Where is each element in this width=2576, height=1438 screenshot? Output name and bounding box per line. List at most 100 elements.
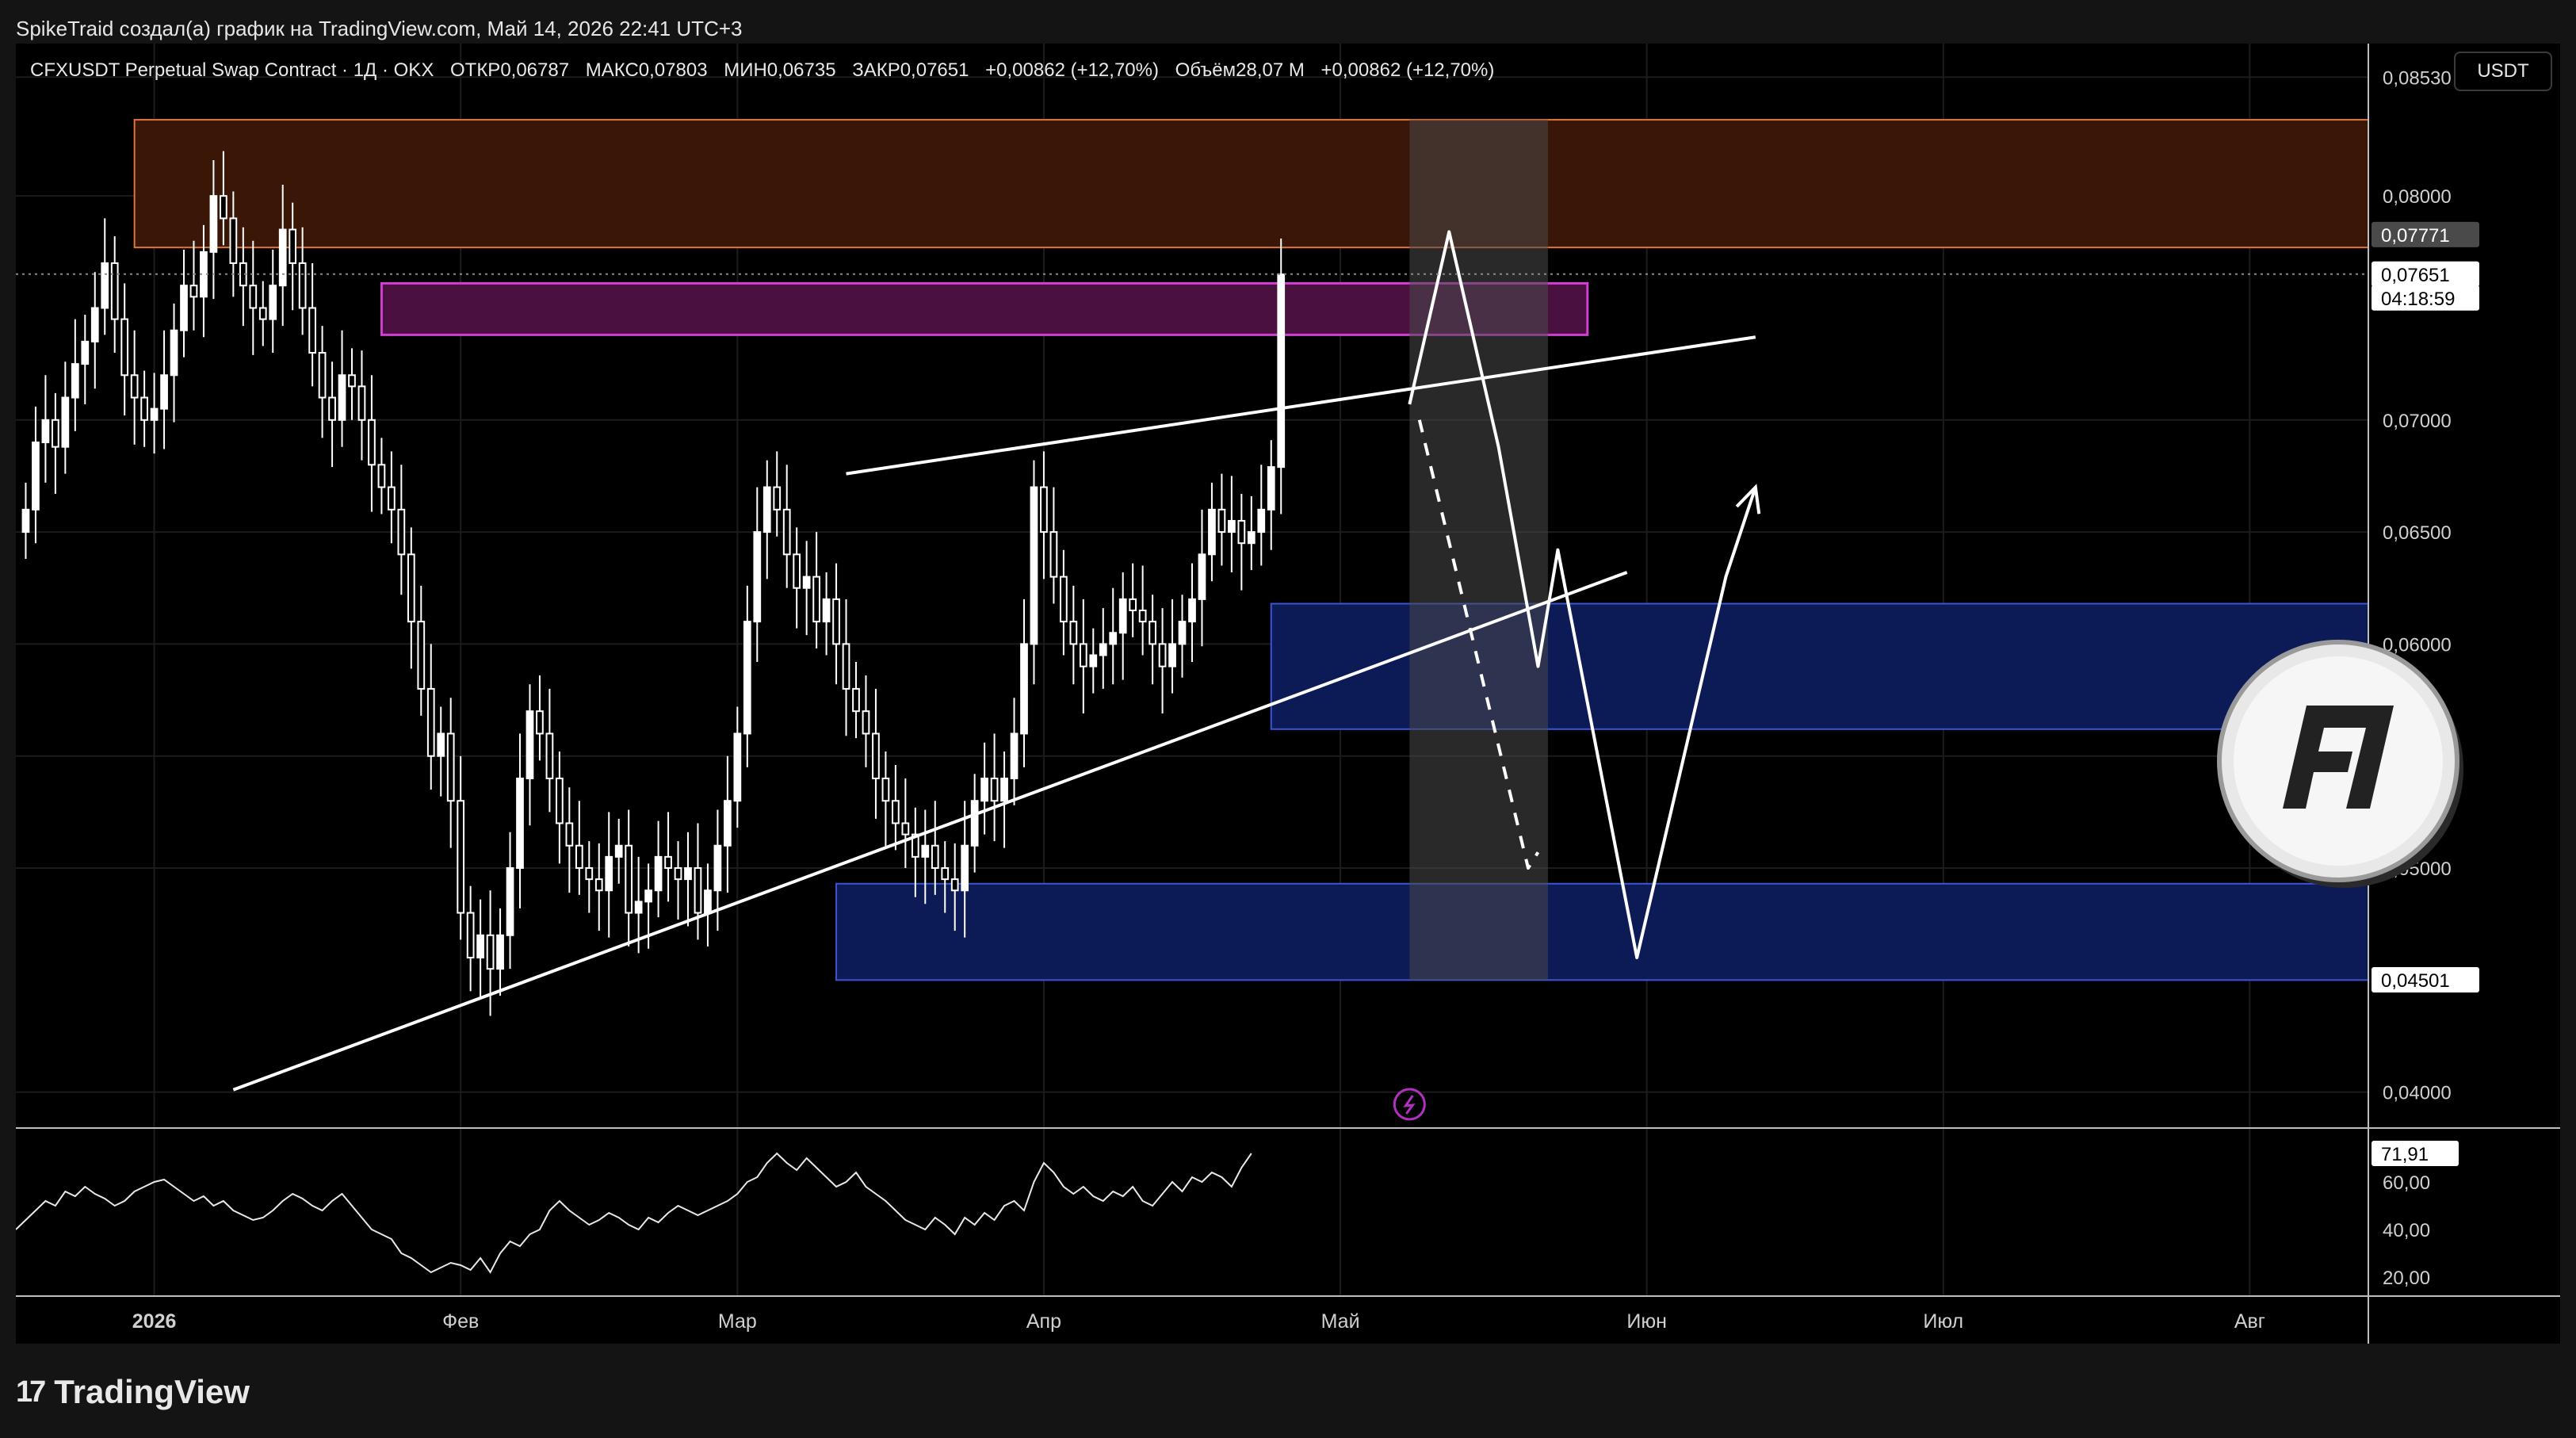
candle-body-up (338, 374, 346, 421)
candle (684, 832, 692, 927)
candle-body-down (426, 687, 435, 757)
candle-body-down (793, 553, 801, 589)
candle-body-up (614, 844, 623, 858)
candle (724, 755, 732, 893)
candle (556, 752, 564, 864)
candle-body-up (733, 732, 742, 802)
candle (1158, 608, 1167, 713)
candle (308, 262, 316, 387)
candle (832, 563, 840, 685)
candle (931, 801, 939, 895)
candle (466, 885, 475, 992)
candle (318, 326, 327, 438)
candle-body-down (842, 643, 850, 690)
currency-selector[interactable]: USDT (2454, 52, 2552, 91)
candle (338, 330, 346, 447)
candle-body-down (298, 262, 307, 309)
candle-body-up (704, 889, 712, 914)
candle-body-down (189, 285, 198, 298)
candle-body-down (575, 844, 583, 870)
candle-body-down (625, 844, 633, 914)
candle (130, 330, 139, 445)
candle-body-up (170, 329, 178, 377)
candle (822, 572, 831, 656)
candle-body-down (407, 553, 415, 623)
price-tick-label: 0,06000 (2383, 634, 2452, 656)
candle (90, 272, 99, 389)
candle (328, 361, 336, 468)
candle-body-down (881, 777, 890, 802)
rsi-last-value: 71,91 (2381, 1144, 2429, 1165)
candle (704, 863, 712, 947)
candle-body-up (81, 340, 90, 365)
candle (862, 675, 870, 767)
candle-body-up (1109, 632, 1118, 645)
candle-body-down (130, 374, 139, 399)
candle (762, 460, 771, 579)
tradingview-logo[interactable]: 17 TradingView (16, 1370, 250, 1414)
candle-body-down (812, 576, 820, 623)
chart-area[interactable]: 0,085300,080000,070000,065000,060000,055… (16, 44, 2560, 1344)
candle-body-down (289, 228, 297, 264)
candle (32, 406, 40, 544)
demand-zone (835, 882, 2369, 981)
candle-body-up (743, 621, 751, 735)
candle-body-down (120, 318, 129, 377)
candle-body-up (1257, 508, 1266, 534)
symbol-legend: CFXUSDT Perpetual Swap Contract · 1Д · O… (30, 59, 1505, 82)
candle (575, 801, 583, 895)
candle-body-up (713, 844, 722, 892)
candle (1237, 494, 1246, 591)
candle (506, 832, 514, 970)
candle (52, 392, 59, 495)
candle-body-up (32, 442, 40, 511)
candle-body-down (872, 732, 880, 779)
candle-body-down (308, 307, 316, 354)
candle (713, 809, 722, 931)
price-tick-label: 0,08530 (2383, 67, 2452, 89)
candle-body-up (1267, 466, 1275, 511)
candle (120, 283, 129, 416)
candle-body-up (1188, 598, 1196, 623)
candle (1247, 495, 1256, 571)
candle (476, 899, 484, 998)
candle-body-up (1000, 777, 1008, 802)
candle (1020, 599, 1028, 767)
candle (397, 465, 406, 595)
magenta-zone (380, 281, 1589, 336)
candle-body-up (506, 867, 514, 936)
candle-body-up (1010, 732, 1019, 779)
candle-body-down (328, 396, 336, 421)
candle (793, 527, 801, 629)
candle (1069, 585, 1078, 685)
price-chart[interactable]: 0,085300,080000,070000,065000,060000,055… (16, 44, 2560, 1344)
candle (1277, 238, 1286, 514)
symbol-name[interactable]: CFXUSDT Perpetual Swap Contract · 1Д · O… (30, 59, 434, 81)
candle-body-up (753, 531, 762, 623)
candle (1138, 565, 1147, 656)
ohlc-close: ЗАКР0,07651 (852, 59, 969, 81)
candle-body-up (496, 934, 504, 970)
candle (654, 820, 663, 918)
candle (990, 733, 999, 842)
candle (664, 812, 672, 902)
candle-body-down (901, 822, 910, 836)
candle (1228, 476, 1236, 572)
candle (41, 375, 50, 483)
candle (21, 482, 30, 559)
candle-body-up (71, 363, 79, 399)
candle-body-down (1079, 643, 1087, 667)
time-axis-label: Мар (718, 1310, 757, 1333)
candle-body-down (348, 374, 356, 388)
candle-body-down (892, 800, 900, 824)
candle-body-down (1138, 610, 1147, 623)
candle-body-down (832, 598, 840, 645)
time-axis-label: Июл (1923, 1310, 1963, 1333)
candle (101, 218, 109, 335)
candle (1000, 752, 1008, 848)
candle (1060, 549, 1068, 656)
candle-body-up (516, 777, 524, 870)
time-axis-label: 2026 (132, 1310, 177, 1333)
candle (160, 330, 168, 449)
candle (970, 774, 979, 873)
